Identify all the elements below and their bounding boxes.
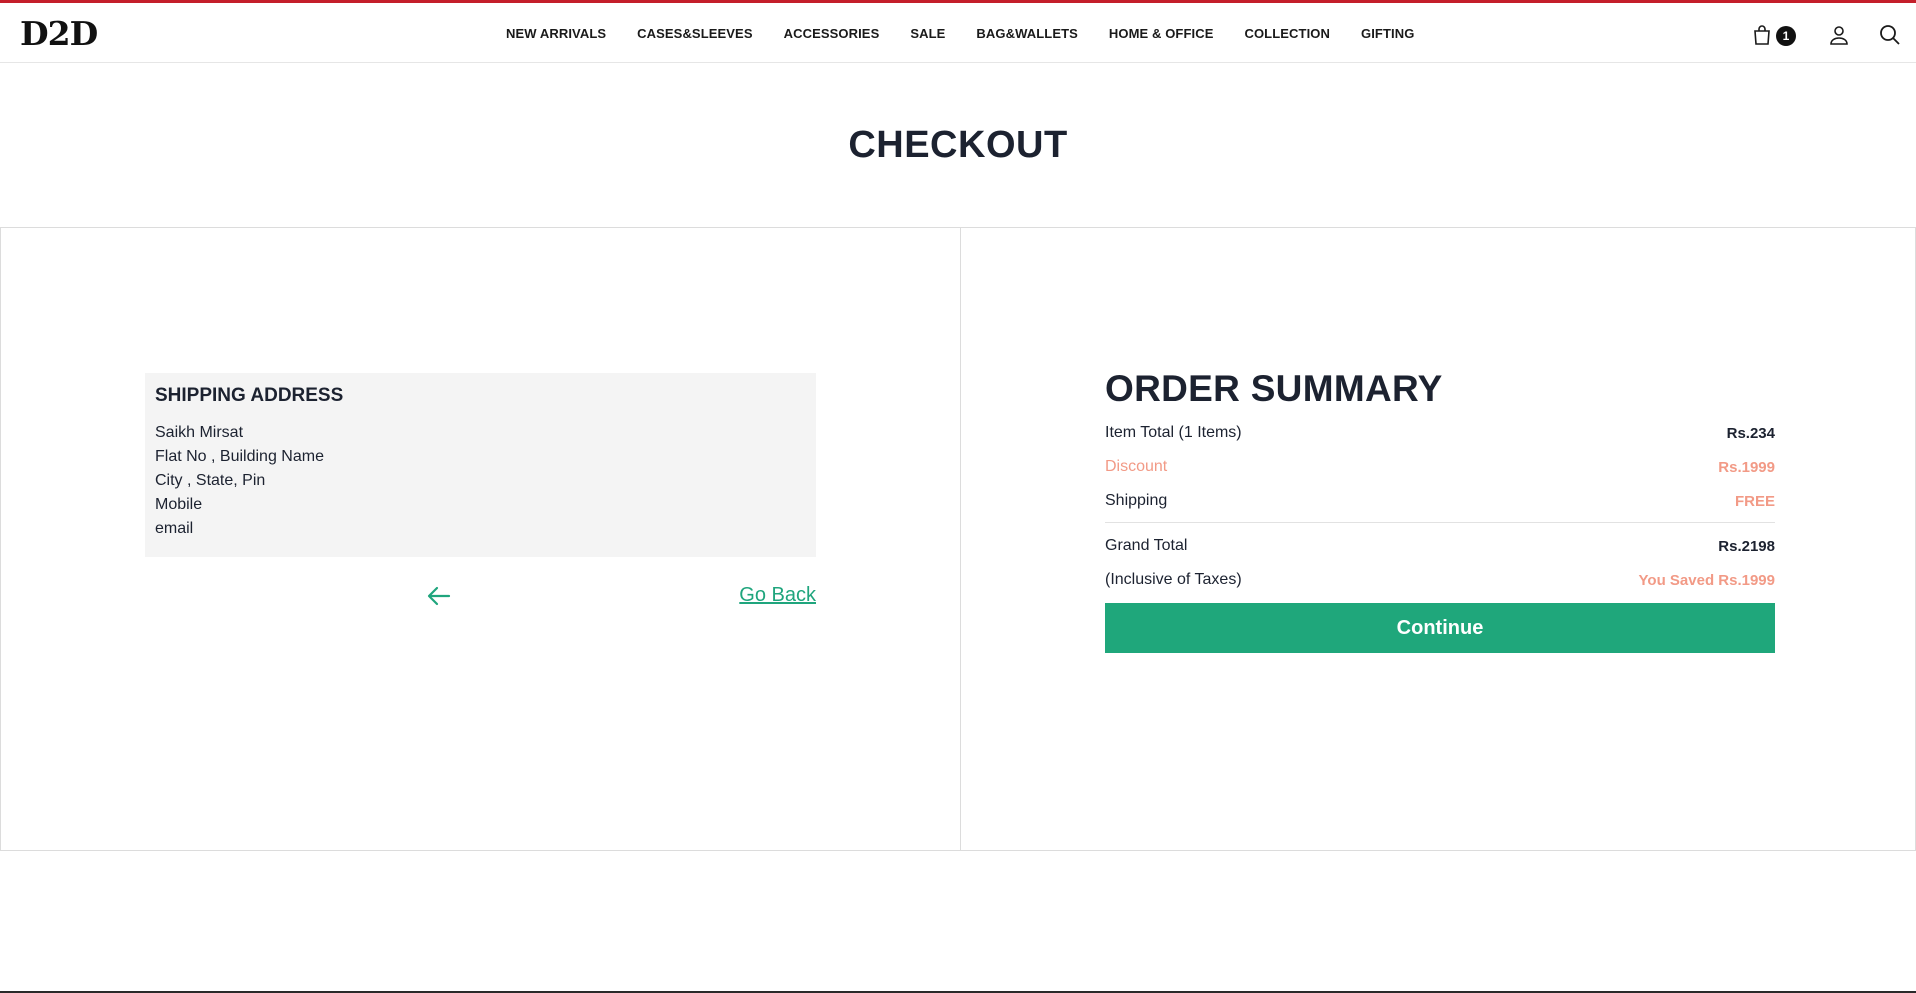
shipping-row: Shipping FREE (1105, 484, 1775, 518)
search-icon[interactable] (1878, 23, 1902, 47)
shipping-address-card: SHIPPING ADDRESS Saikh Mirsat Flat No , … (145, 373, 816, 557)
site-header: D2D NEW ARRIVALS CASES&SLEEVES ACCESSORI… (0, 3, 1916, 63)
item-total-label: Item Total (1 Items) (1105, 424, 1242, 441)
shipping-value: FREE (1734, 492, 1775, 510)
site-logo[interactable]: D2D (20, 16, 98, 52)
address-line-city: City , State, Pin (155, 472, 266, 489)
shipping-panel: SHIPPING ADDRESS Saikh Mirsat Flat No , … (0, 227, 961, 851)
discount-label: Discount (1105, 458, 1168, 475)
grand-total-label: Grand Total (1105, 537, 1188, 554)
shipping-label: Shipping (1105, 492, 1168, 509)
user-icon[interactable] (1827, 23, 1851, 47)
nav-cases-sleeves[interactable]: CASES&SLEEVES (637, 26, 752, 41)
nav-home-office[interactable]: HOME & OFFICE (1109, 26, 1214, 41)
order-summary-title: ORDER SUMMARY (1105, 368, 1443, 409)
main-nav: NEW ARRIVALS CASES&SLEEVES ACCESSORIES S… (506, 3, 1414, 63)
item-total-row: Item Total (1 Items) Rs.234 (1105, 416, 1775, 450)
discount-value: Rs.1999 (1718, 458, 1775, 476)
nav-accessories[interactable]: ACCESSORIES (784, 26, 880, 41)
discount-row: Discount Rs.1999 (1105, 450, 1775, 484)
nav-collection[interactable]: COLLECTION (1244, 26, 1330, 41)
nav-gifting[interactable]: GIFTING (1361, 26, 1414, 41)
grand-total-row: Grand Total Rs.2198 (1105, 529, 1775, 563)
address-name: Saikh Mirsat (155, 424, 244, 441)
order-summary: ORDER SUMMARY Item Total (1 Items) Rs.23… (1105, 368, 1775, 653)
taxes-row: (Inclusive of Taxes) You Saved Rs.1999 (1105, 563, 1775, 597)
continue-button[interactable]: Continue (1105, 603, 1775, 653)
page-title: CHECKOUT (848, 124, 1068, 166)
arrow-left-icon[interactable] (425, 582, 453, 610)
shipping-address-title: SHIPPING ADDRESS (155, 385, 344, 406)
nav-sale[interactable]: SALE (910, 26, 945, 41)
saved-amount: You Saved Rs.1999 (1638, 571, 1775, 589)
grand-total-value: Rs.2198 (1718, 537, 1775, 555)
address-line-building: Flat No , Building Name (155, 448, 324, 465)
item-total-value: Rs.234 (1726, 424, 1775, 442)
order-summary-panel: ORDER SUMMARY Item Total (1 Items) Rs.23… (960, 227, 1916, 851)
cart-count-badge: 1 (1776, 26, 1796, 46)
bag-icon[interactable] (1750, 23, 1774, 47)
taxes-label: (Inclusive of Taxes) (1105, 571, 1242, 588)
address-mobile: Mobile (155, 496, 203, 513)
go-back-row: Go Back (145, 578, 816, 614)
summary-divider (1105, 522, 1775, 523)
go-back-link[interactable]: Go Back (739, 584, 816, 607)
address-email: email (155, 520, 194, 537)
nav-new-arrivals[interactable]: NEW ARRIVALS (506, 26, 606, 41)
nav-bag-wallets[interactable]: BAG&WALLETS (976, 26, 1077, 41)
